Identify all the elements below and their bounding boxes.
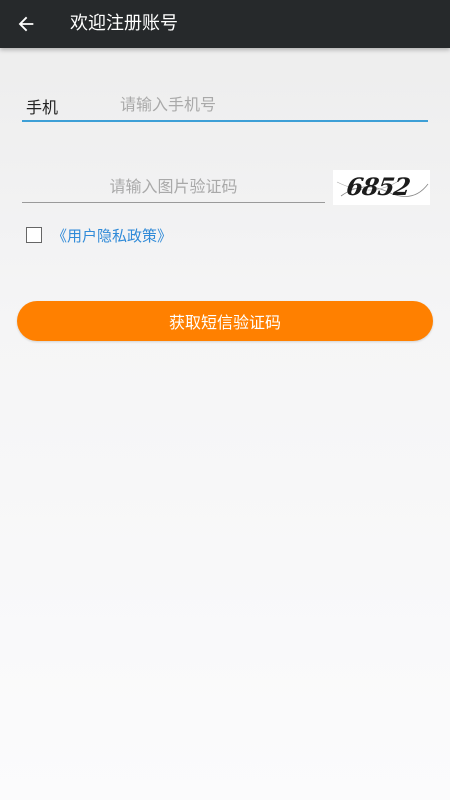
arrow-left-icon (18, 16, 34, 32)
back-button[interactable] (10, 8, 42, 40)
captcha-field (22, 172, 325, 203)
page-title: 欢迎注册账号 (70, 13, 178, 34)
captcha-graphic: 6852 (336, 172, 429, 201)
phone-input[interactable] (120, 90, 420, 118)
phone-label: 手机 (26, 98, 59, 117)
get-sms-code-button[interactable]: 获取短信验证码 (17, 301, 433, 341)
app-bar: 欢迎注册账号 (0, 0, 450, 48)
captcha-image[interactable]: 6852 (333, 170, 430, 205)
privacy-checkbox[interactable] (26, 227, 42, 243)
captcha-text: 6852 (345, 172, 412, 201)
captcha-input[interactable] (22, 172, 325, 200)
privacy-policy-link[interactable]: 《用户隐私政策》 (52, 225, 172, 246)
privacy-agreement: 《用户隐私政策》 (26, 225, 172, 245)
phone-field: 手机 (22, 90, 428, 122)
